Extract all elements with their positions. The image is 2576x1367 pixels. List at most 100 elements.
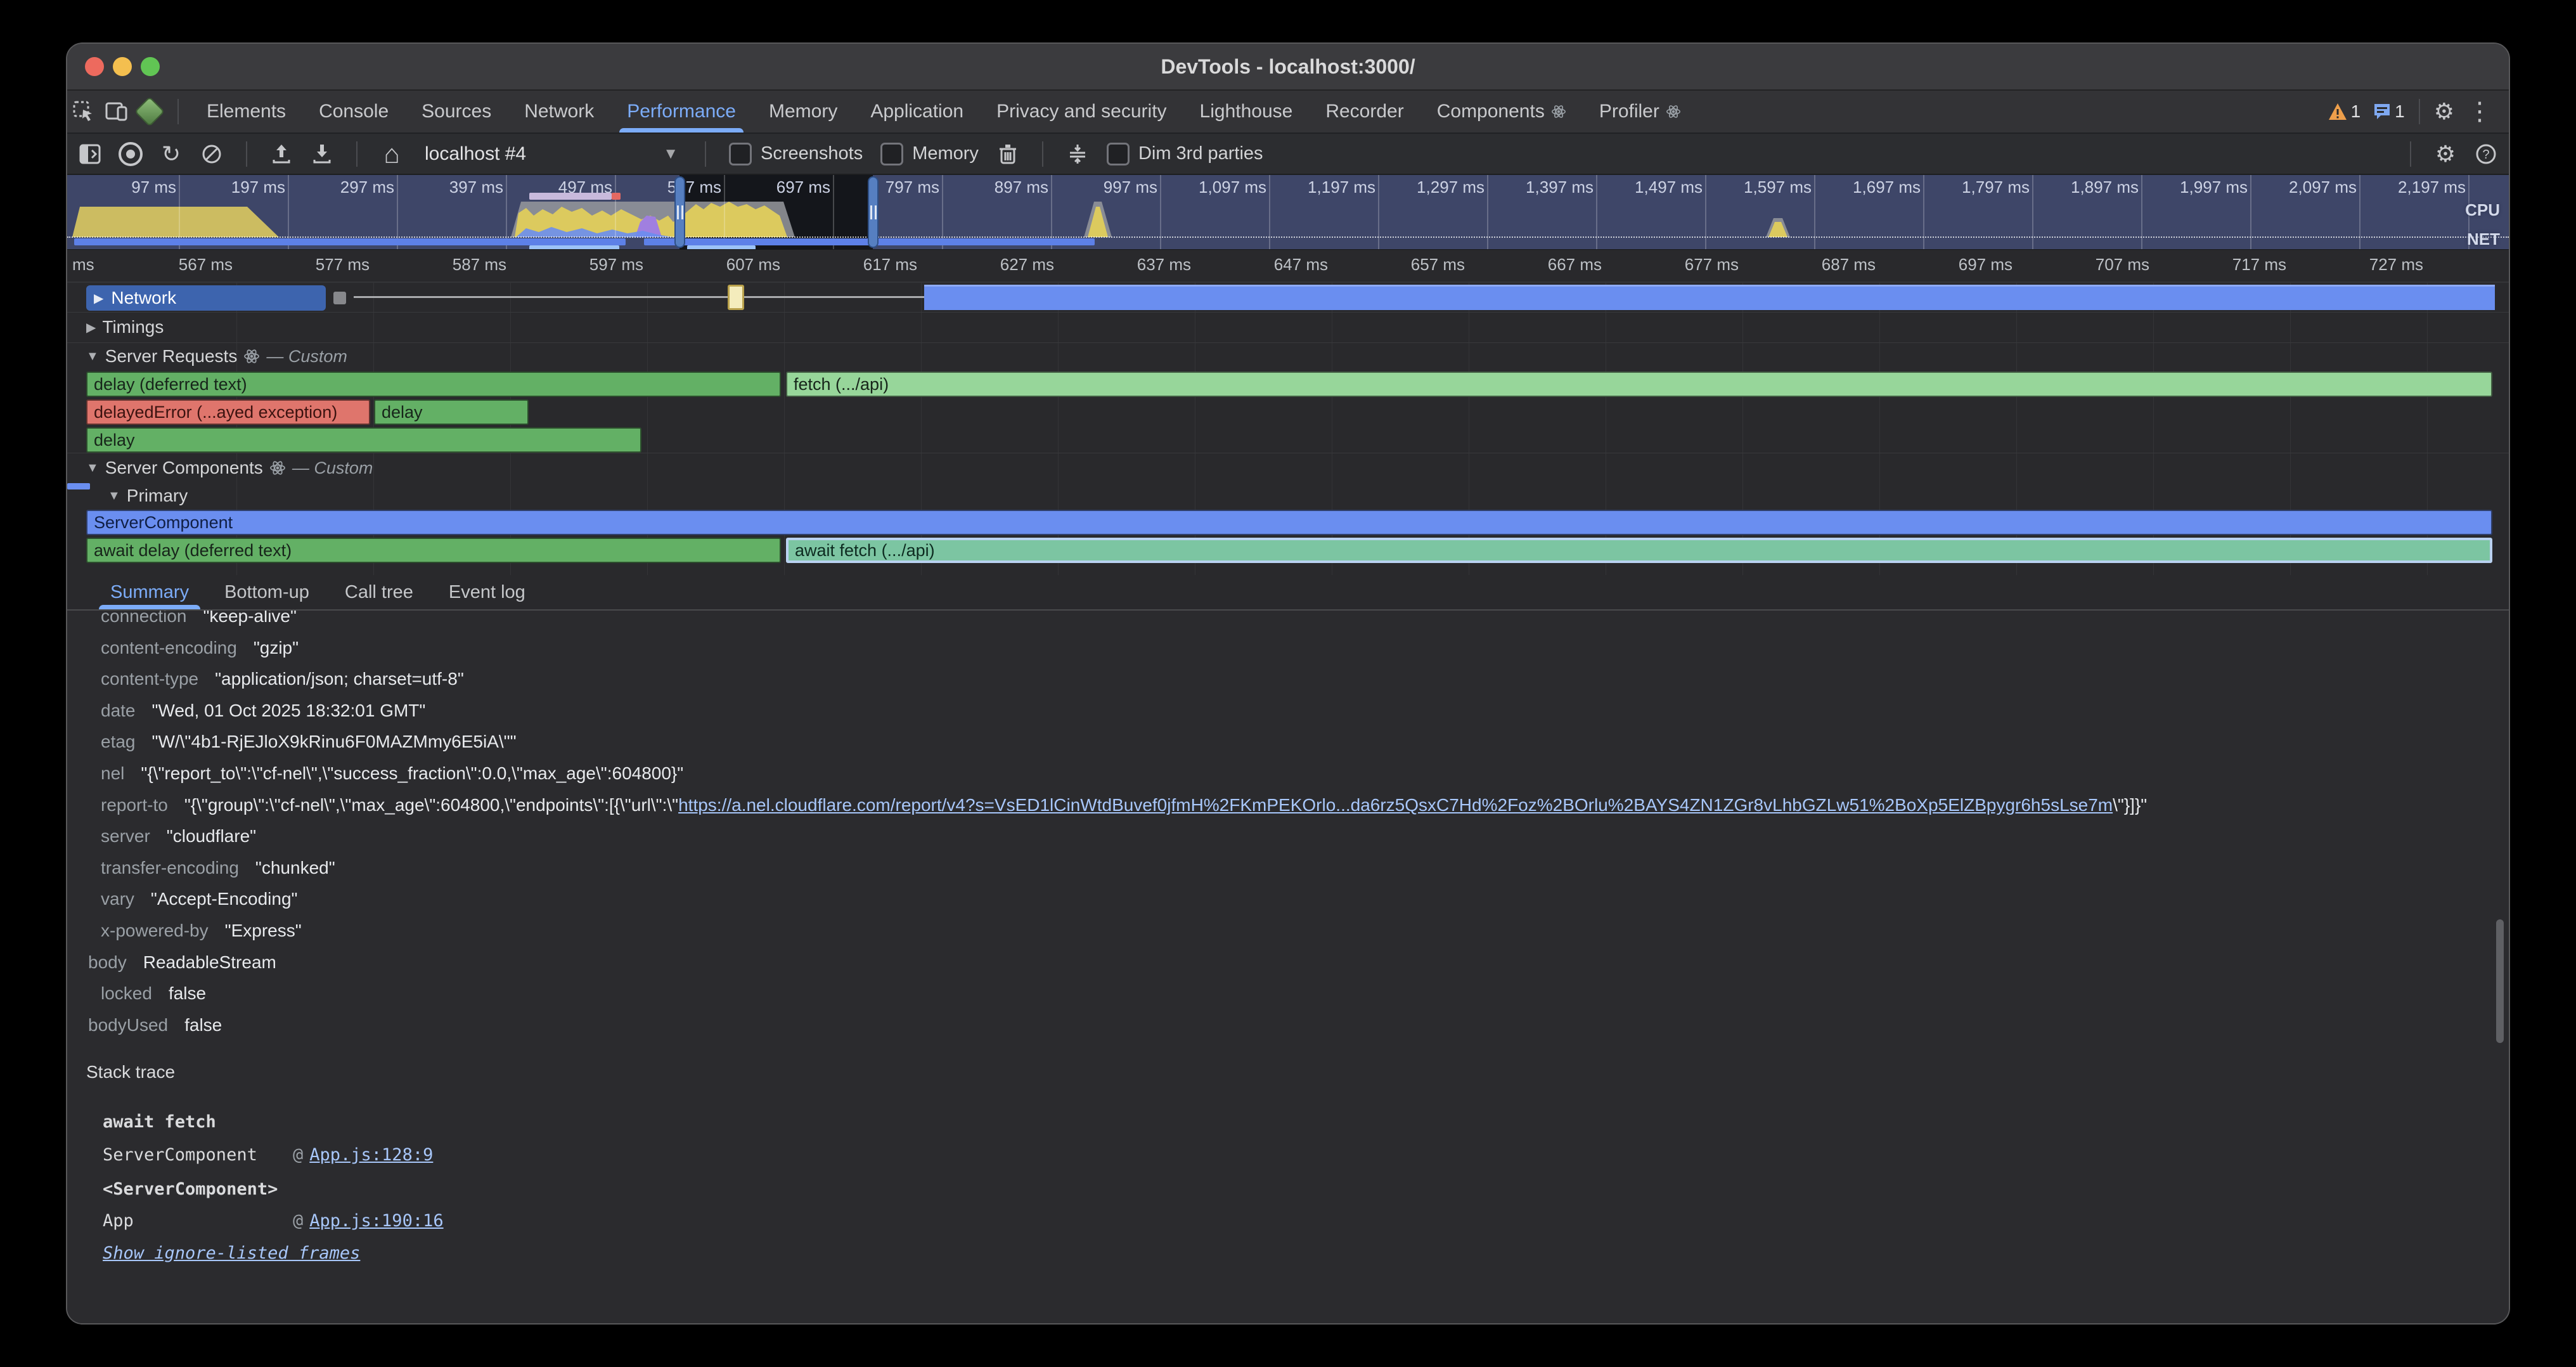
device-toolbar-icon[interactable] [100, 95, 133, 128]
ruler-unit-label: ms [72, 255, 94, 275]
divider [1042, 141, 1043, 167]
flame-bar[interactable]: ServerComponent [86, 510, 2492, 535]
overview-tick-label: 697 ms [738, 178, 830, 197]
tab-console[interactable]: Console [302, 91, 405, 133]
capture-settings-gear-icon[interactable]: ⚙ [2428, 138, 2463, 171]
selection-handle-right[interactable] [868, 176, 879, 248]
kebab-menu-icon[interactable]: ⋮ [2467, 99, 2492, 124]
stack-frame-link[interactable]: App.js:190:16 [309, 1211, 443, 1231]
tab-lighthouse[interactable]: Lighthouse [1183, 91, 1310, 133]
tab-profiler[interactable]: Profiler [1583, 91, 1697, 133]
track-server-requests-label[interactable]: ▼ Server Requests — Custom [86, 346, 347, 366]
help-icon[interactable]: ? [2468, 138, 2504, 171]
scrollbar-thumb[interactable] [2496, 919, 2504, 1043]
memory-checkbox[interactable]: Memory [874, 143, 985, 165]
flame-bar[interactable]: fetch (.../api) [786, 372, 2492, 397]
flame-bar[interactable]: delay [86, 427, 641, 453]
detail-row: bodyUsedfalse [88, 1009, 2471, 1041]
dim-3rd-parties-checkbox[interactable]: Dim 3rd parties [1100, 143, 1270, 165]
stack-frame[interactable]: App@App.js:190:16 [103, 1205, 2471, 1236]
tab-label: Profiler [1599, 101, 1659, 122]
stack-frame-link[interactable]: App.js:128:9 [309, 1145, 433, 1165]
details-tab-bottom-up[interactable]: Bottom-up [207, 575, 327, 609]
track-resize-handle[interactable] [333, 292, 346, 304]
gc-trash-icon[interactable] [990, 138, 1026, 171]
overview-tick-label: 97 ms [84, 178, 176, 197]
toggle-panel-icon[interactable] [72, 138, 108, 171]
react-atom-icon [1551, 104, 1566, 119]
save-profile-icon[interactable] [304, 138, 340, 171]
ruler-tick-label: 727 ms [2345, 255, 2423, 275]
reload-record-icon[interactable]: ↻ [153, 138, 189, 171]
track-server-components-label[interactable]: ▼ Server Components — Custom [86, 458, 373, 478]
overview-tick-label: 797 ms [847, 178, 939, 197]
primary-lane-chip [67, 483, 90, 489]
flame-bar-label: delayedError (...ayed exception) [94, 403, 337, 422]
detail-value: \"}]}" [2113, 795, 2147, 815]
tab-network[interactable]: Network [508, 91, 610, 133]
tab-sources[interactable]: Sources [405, 91, 508, 133]
disclosure-collapsed-icon[interactable]: ▶ [94, 290, 103, 306]
tab-performance[interactable]: Performance [610, 91, 752, 133]
details-tab-call-tree[interactable]: Call tree [327, 575, 431, 609]
detail-value: "{\"group\":\"cf-nel\",\"max_age\":60480… [184, 795, 678, 815]
divider [2410, 141, 2411, 167]
detail-value: "Wed, 01 Oct 2025 18:32:01 GMT" [152, 701, 426, 721]
flame-bar[interactable]: delay (deferred text) [86, 372, 781, 397]
stack-frame[interactable]: ServerComponent@App.js:128:9 [103, 1139, 2471, 1170]
tab-components[interactable]: Components [1420, 91, 1583, 133]
ruler-tick-label: 697 ms [1934, 255, 2012, 275]
flame-bar[interactable]: delay [374, 399, 529, 425]
warnings-badge[interactable]: 1 [2328, 101, 2361, 122]
disclosure-collapsed-icon[interactable]: ▶ [86, 320, 96, 335]
detail-row: etag"W/\"4b1-RjEJloX9kRinu6F0MAZMmy6E5iA… [101, 726, 2471, 758]
disclosure-expanded-icon[interactable]: ▼ [86, 461, 99, 476]
timeline-overview[interactable]: 97 ms197 ms297 ms397 ms497 ms597 ms697 m… [67, 175, 2509, 250]
track-primary-group-label[interactable]: ▼ Primary [108, 486, 188, 506]
cpu-shape-plateau [72, 207, 279, 237]
disclosure-expanded-icon[interactable]: ▼ [86, 349, 99, 364]
show-ignore-listed-link[interactable]: Show ignore-listed frames [103, 1243, 360, 1263]
details-tab-event-log[interactable]: Event log [431, 575, 543, 609]
detail-value-link[interactable]: https://a.nel.cloudflare.com/report/v4?s… [678, 795, 2113, 815]
track-network-label[interactable]: ▶ Network [86, 285, 326, 311]
tab-elements[interactable]: Elements [190, 91, 302, 133]
detail-row: transfer-encoding"chunked" [101, 852, 2471, 884]
overview-interaction-marker [612, 193, 621, 200]
network-request-candle[interactable] [728, 285, 744, 310]
details-tab-summary[interactable]: Summary [93, 575, 207, 609]
tab-application[interactable]: Application [854, 91, 980, 133]
disclosure-expanded-icon[interactable]: ▼ [108, 489, 120, 503]
track-timings-label[interactable]: ▶ Timings [86, 317, 164, 337]
live-metrics-icon[interactable] [1060, 138, 1095, 171]
stack-link[interactable]: Show ignore-listed frames [103, 1238, 2471, 1268]
issues-badge[interactable]: 1 [2373, 101, 2405, 122]
detail-key: x-powered-by [101, 921, 209, 941]
flame-bar[interactable]: delayedError (...ayed exception) [86, 399, 370, 425]
selection-handle-left[interactable] [674, 176, 685, 248]
network-request-bar[interactable] [924, 285, 2495, 310]
record-icon[interactable] [113, 138, 148, 171]
react-atom-icon [243, 348, 260, 365]
home-icon[interactable]: ⌂ [374, 138, 409, 171]
detail-value: false [169, 983, 206, 1004]
settings-gear-icon[interactable]: ⚙ [2434, 100, 2454, 123]
tab-label: Elements [207, 101, 286, 122]
tab-recorder[interactable]: Recorder [1309, 91, 1420, 133]
extension-gem-icon[interactable] [133, 95, 166, 128]
stack-frame-at: @ [293, 1211, 303, 1231]
history-select-value: localhost #4 [425, 143, 526, 165]
screenshots-checkbox[interactable]: Screenshots [723, 143, 869, 165]
flame-bar[interactable]: await fetch (.../api) [786, 538, 2492, 563]
tab-memory[interactable]: Memory [752, 91, 854, 133]
load-profile-icon[interactable] [264, 138, 299, 171]
ruler-tick-label: 667 ms [1523, 255, 1602, 275]
flame-bar[interactable]: await delay (deferred text) [86, 538, 781, 563]
overview-gridline [2250, 175, 2251, 249]
clear-icon[interactable] [194, 138, 229, 171]
devtools-window: DevTools - localhost:3000/ ElementsConso… [66, 42, 2510, 1325]
history-select[interactable]: localhost #4 ▼ [415, 143, 688, 165]
tab-privacy-and-security[interactable]: Privacy and security [980, 91, 1183, 133]
detail-value: "keep-alive" [203, 611, 297, 626]
inspect-element-icon[interactable] [67, 95, 100, 128]
